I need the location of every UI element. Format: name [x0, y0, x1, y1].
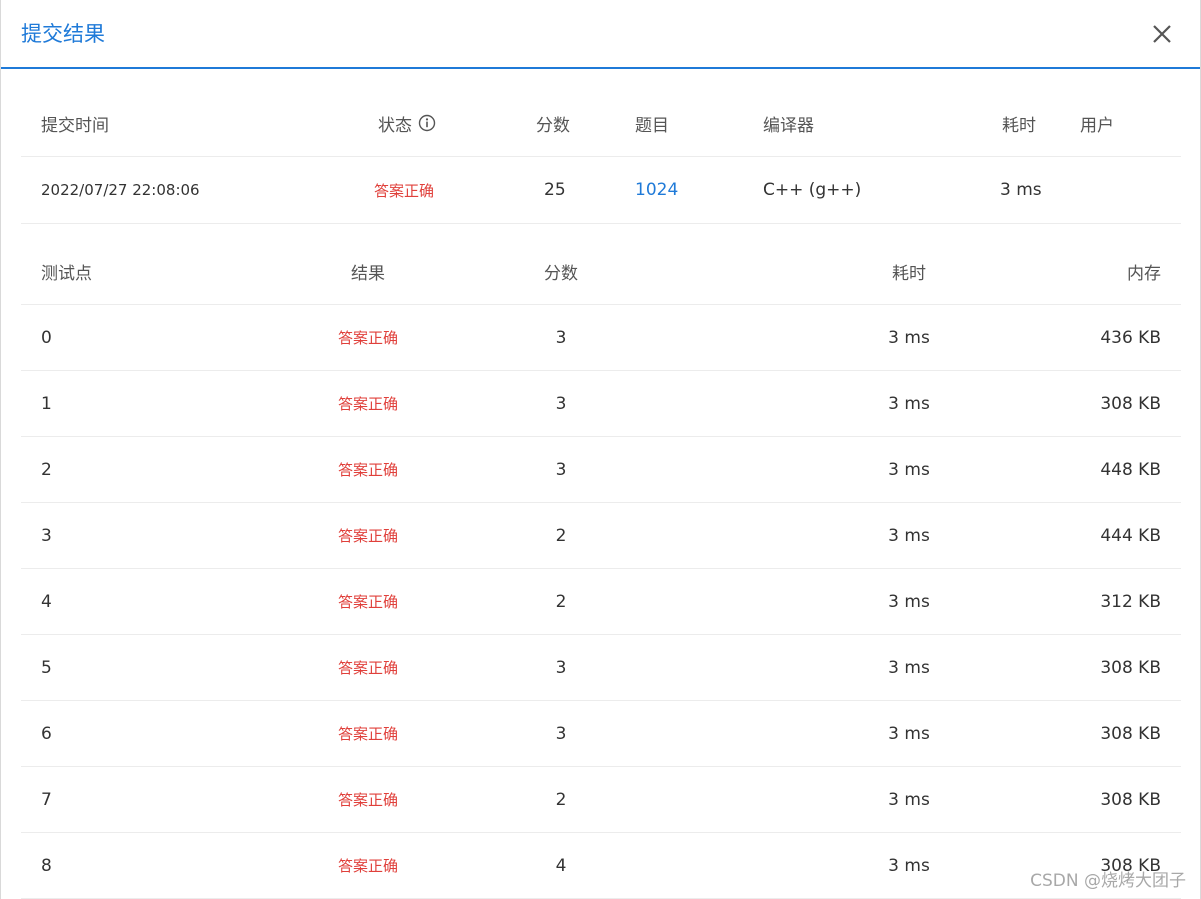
compiler-value: C++ (g++) [763, 180, 862, 200]
case-id: 5 [41, 657, 52, 678]
case-result: 答案正确 [337, 593, 398, 611]
header-case-time: 耗时 [892, 263, 926, 284]
case-time: 3 ms [888, 327, 930, 348]
case-memory: 308 KB [1100, 723, 1161, 744]
header-case-score: 分数 [544, 263, 578, 284]
header-status: 状态 [378, 90, 436, 156]
case-result: 答案正确 [337, 725, 398, 743]
case-result: 答案正确 [337, 857, 398, 875]
case-id: 4 [41, 591, 52, 612]
case-time: 3 ms [888, 591, 930, 612]
time-value: 3 ms [1000, 180, 1042, 200]
table-row: 3 答案正确 2 3 ms 444 KB [21, 503, 1181, 569]
case-id: 0 [41, 327, 52, 348]
case-time: 3 ms [888, 855, 930, 876]
case-id: 3 [41, 525, 52, 546]
case-score: 2 [555, 591, 567, 612]
cases-header-row: 测试点 结果 分数 耗时 内存 [21, 238, 1181, 305]
case-id: 8 [41, 855, 52, 876]
case-memory: 308 KB [1100, 657, 1161, 678]
case-id: 2 [41, 459, 52, 480]
case-memory: 308 KB [1100, 393, 1161, 414]
watermark: CSDN @烧烤大团子 [1030, 871, 1186, 891]
table-row: 4 答案正确 2 3 ms 312 KB [21, 569, 1181, 635]
case-id: 6 [41, 723, 52, 744]
header-time: 耗时 [1002, 115, 1036, 136]
submit-time-value: 2022/07/27 22:08:06 [41, 181, 200, 199]
status-value: 答案正确 [374, 181, 435, 200]
table-row: 7 答案正确 2 3 ms 308 KB [21, 767, 1181, 833]
case-score: 3 [555, 459, 567, 480]
header-case: 测试点 [41, 263, 92, 284]
submission-summary-table: 提交时间 状态 分数 题目 编译器 耗时 用户 2022/07/27 22:08… [21, 90, 1181, 224]
case-time: 3 ms [888, 393, 930, 414]
case-id: 1 [41, 393, 52, 414]
case-memory: 312 KB [1100, 591, 1161, 612]
case-score: 3 [555, 327, 567, 348]
case-memory: 308 KB [1100, 789, 1161, 810]
header-submit-time: 提交时间 [41, 115, 109, 136]
dialog-header: 提交结果 [1, 0, 1200, 69]
info-icon[interactable] [418, 114, 436, 132]
case-result: 答案正确 [337, 527, 398, 545]
summary-row: 2022/07/27 22:08:06 答案正确 25 1024 C++ (g+… [21, 157, 1181, 224]
table-row: 8 答案正确 4 3 ms 308 KB [21, 833, 1181, 899]
header-user: 用户 [1080, 115, 1114, 136]
case-score: 2 [555, 525, 567, 546]
test-case-table: 测试点 结果 分数 耗时 内存 0 答案正确 3 3 ms 436 KB 1 答案正确 3 3 … [21, 238, 1181, 899]
case-result: 答案正确 [337, 461, 398, 479]
header-status-label: 状态 [378, 115, 412, 136]
case-result: 答案正确 [337, 395, 398, 413]
case-score: 4 [555, 855, 567, 876]
header-compiler: 编译器 [763, 115, 814, 136]
score-value: 25 [544, 180, 566, 200]
table-row: 6 答案正确 3 3 ms 308 KB [21, 701, 1181, 767]
case-result: 答案正确 [337, 329, 398, 347]
case-score: 3 [555, 657, 567, 678]
case-id: 7 [41, 789, 52, 810]
submission-result-dialog: 提交结果 提交时间 状态 分数 题目 编译器 耗时 用户 2022/07/27 … [0, 0, 1201, 899]
case-time: 3 ms [888, 525, 930, 546]
header-memory: 内存 [1127, 263, 1161, 284]
case-time: 3 ms [888, 723, 930, 744]
table-row: 0 答案正确 3 3 ms 436 KB [21, 305, 1181, 371]
header-problem: 题目 [635, 115, 669, 136]
table-row: 5 答案正确 3 3 ms 308 KB [21, 635, 1181, 701]
case-score: 3 [555, 723, 567, 744]
summary-header-row: 提交时间 状态 分数 题目 编译器 耗时 用户 [21, 90, 1181, 157]
close-icon[interactable] [1146, 18, 1178, 50]
case-score: 2 [555, 789, 567, 810]
problem-link[interactable]: 1024 [635, 157, 678, 223]
table-row: 1 答案正确 3 3 ms 308 KB [21, 371, 1181, 437]
case-score: 3 [555, 393, 567, 414]
case-memory: 444 KB [1100, 525, 1161, 546]
table-row: 2 答案正确 3 3 ms 448 KB [21, 437, 1181, 503]
header-score: 分数 [536, 115, 570, 136]
case-result: 答案正确 [337, 659, 398, 677]
case-time: 3 ms [888, 657, 930, 678]
case-memory: 436 KB [1100, 327, 1161, 348]
case-result: 答案正确 [337, 791, 398, 809]
case-memory: 448 KB [1100, 459, 1161, 480]
case-time: 3 ms [888, 789, 930, 810]
case-time: 3 ms [888, 459, 930, 480]
dialog-title: 提交结果 [21, 22, 105, 46]
header-result: 结果 [351, 263, 385, 284]
